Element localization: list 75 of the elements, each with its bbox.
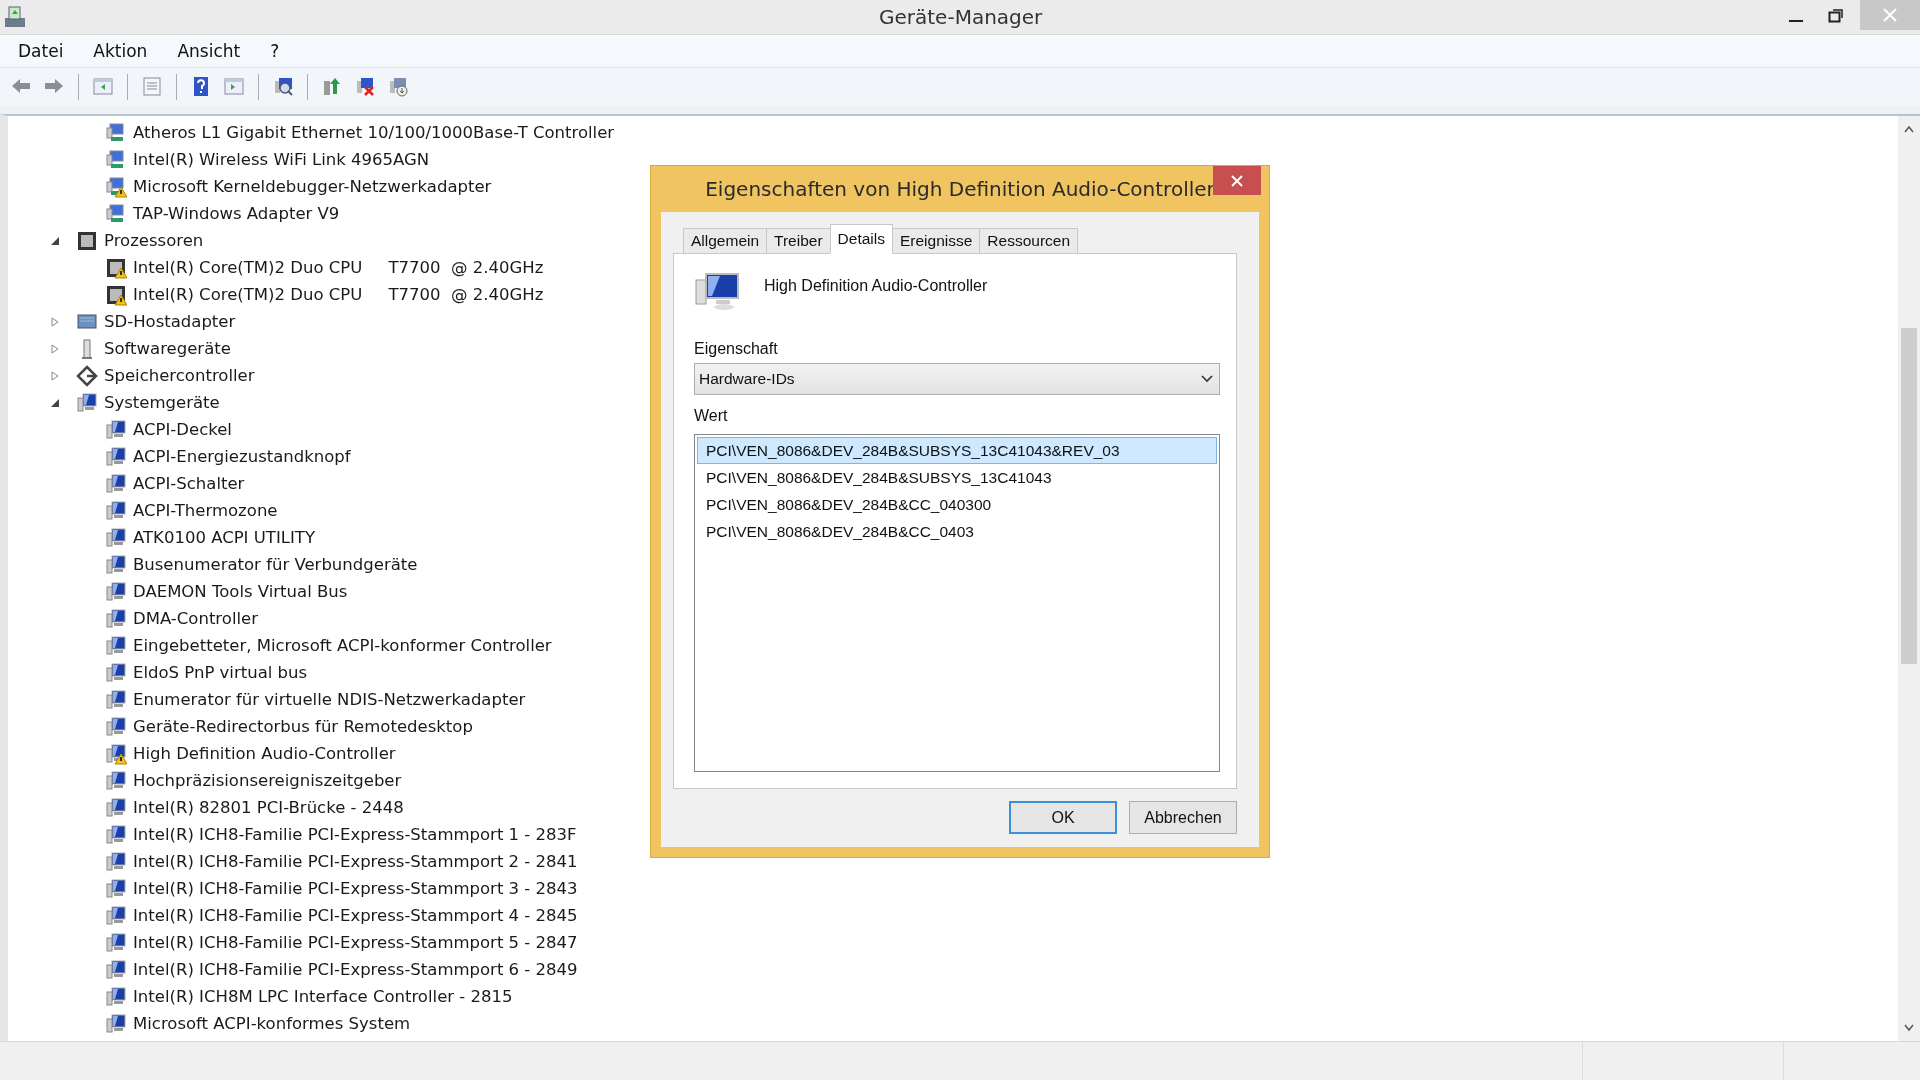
close-button[interactable] — [1213, 166, 1261, 195]
scroll-up-icon[interactable] — [1903, 124, 1915, 134]
scan-hardware-icon — [272, 76, 294, 98]
tree-item[interactable]: Hochpräzisionsereigniszeitgeber — [133, 771, 402, 790]
tree-item[interactable]: Busenumerator für Verbundgeräte — [133, 555, 418, 574]
list-item[interactable]: PCI\VEN_8086&DEV_284B&CC_0403 — [697, 518, 1217, 545]
restore-icon — [1828, 7, 1844, 23]
tree-item[interactable]: Microsoft Kerneldebugger-Netzwerkadapter — [133, 177, 492, 196]
tree-item[interactable]: TAP-Windows Adapter V9 — [133, 204, 340, 223]
close-icon — [1230, 173, 1244, 188]
tree-item[interactable]: Enumerator für virtuelle NDIS-Netzwerkadapter — [133, 690, 526, 709]
list-item[interactable]: PCI\VEN_8086&DEV_284B&SUBSYS_13C41043 — [697, 464, 1217, 491]
tree-item[interactable]: Intel(R) Core(TM)2 Duo CPU T7700 @ 2.40GHz — [133, 285, 544, 304]
tree-item[interactable]: ACPI-Deckel — [133, 420, 232, 439]
tree-item[interactable]: DAEMON Tools Virtual Bus — [133, 582, 348, 601]
tree-item[interactable]: Systemgeräte — [104, 393, 220, 412]
property-dropdown[interactable]: Hardware-IDs — [694, 363, 1220, 395]
tree-item[interactable]: Intel(R) ICH8-Familie PCI-Express-Stammport 1 - 283F — [133, 825, 577, 844]
list-item[interactable]: PCI\VEN_8086&DEV_284B&SUBSYS_13C41043&REV_03 — [697, 437, 1217, 464]
tree-item[interactable]: High Definition Audio-Controller — [133, 744, 396, 763]
tree-item[interactable]: Atheros L1 Gigabit Ethernet 10/100/1000Base-T Controller — [133, 123, 615, 142]
tree-item[interactable]: ACPI-Thermozone — [133, 501, 278, 520]
window-title: Geräte-Manager — [879, 5, 1043, 29]
app-icon — [2, 4, 28, 30]
tree-item[interactable]: Geräte-Redirectorbus für Remotedesktop — [133, 717, 473, 736]
tree-item[interactable]: Microsoft ACPI-konformes System — [133, 1014, 411, 1033]
minimize-icon — [1789, 20, 1803, 22]
menu-item[interactable]: Datei — [8, 41, 74, 61]
value-label: Wert — [694, 407, 729, 425]
disable-device-icon — [387, 76, 409, 98]
tree-item[interactable]: Intel(R) ICH8-Familie PCI-Express-Stammport 6 - 2849 — [133, 960, 578, 979]
tree-item[interactable]: ACPI-Energiezustandknopf — [133, 447, 351, 466]
cancel-button[interactable]: Abbrechen — [1129, 801, 1237, 834]
update-driver-icon — [321, 76, 343, 98]
list-item[interactable]: PCI\VEN_8086&DEV_284B&CC_040300 — [697, 491, 1217, 518]
close-icon — [1882, 7, 1898, 23]
vertical-scrollbar[interactable] — [1898, 116, 1920, 1041]
computer-icon — [694, 272, 742, 312]
scroll-down-icon[interactable] — [1903, 1023, 1915, 1033]
tab[interactable]: Ressourcen — [979, 228, 1079, 254]
tab[interactable]: Treiber — [766, 228, 831, 254]
tree-item[interactable]: Intel(R) ICH8-Familie PCI-Express-Stammport 2 - 2841 — [133, 852, 578, 871]
tab[interactable]: Details — [829, 224, 893, 254]
tab[interactable]: Ereignisse — [892, 228, 981, 254]
tree-item[interactable]: Intel(R) 82801 PCI-Brücke - 2448 — [133, 798, 404, 817]
collapse-arrow-icon[interactable] — [50, 397, 62, 408]
chevron-down-icon — [1201, 375, 1213, 383]
tree-item[interactable]: Eingebetteter, Microsoft ACPI-konformer Controller — [133, 636, 552, 655]
property-label: Eigenschaft — [694, 340, 779, 358]
device-name: High Definition Audio-Controller — [764, 277, 988, 295]
pane-icon — [223, 76, 245, 98]
properties-icon — [141, 76, 163, 98]
tree-item[interactable]: Intel(R) ICH8-Familie PCI-Express-Stammport 5 - 2847 — [133, 933, 578, 952]
pane-icon — [92, 76, 114, 98]
uninstall-icon — [354, 76, 376, 98]
tree-item[interactable]: Prozessoren — [104, 231, 204, 250]
collapse-arrow-icon[interactable] — [50, 235, 62, 246]
tree-item[interactable]: Softwaregeräte — [104, 339, 231, 358]
tree-item[interactable]: Intel(R) ICH8-Familie PCI-Express-Stammport 3 - 2843 — [133, 879, 578, 898]
menu-item[interactable]: ? — [260, 41, 290, 61]
tree-item[interactable]: ATK0100 ACPI UTILITY — [133, 528, 315, 547]
tree-item[interactable]: DMA-Controller — [133, 609, 258, 628]
menu-item[interactable]: Aktion — [83, 41, 158, 61]
ok-button[interactable]: OK — [1009, 801, 1117, 834]
tree-item[interactable]: Intel(R) Core(TM)2 Duo CPU T7700 @ 2.40GHz — [133, 258, 544, 277]
tab[interactable]: Allgemein — [683, 228, 768, 254]
dialog-title: Eigenschaften von High Definition Audio-Controller — [705, 177, 1215, 201]
tree-item[interactable]: ACPI-Schalter — [133, 474, 245, 493]
tree-item[interactable]: Intel(R) ICH8M LPC Interface Controller - 2815 — [133, 987, 513, 1006]
tree-item[interactable]: EldoS PnP virtual bus — [133, 663, 308, 682]
tree-item[interactable]: Speichercontroller — [104, 366, 255, 385]
tree-item[interactable]: Intel(R) ICH8-Familie PCI-Express-Stammport 4 - 2845 — [133, 906, 578, 925]
tree-item[interactable]: SD-Hostadapter — [104, 312, 236, 331]
menu-item[interactable]: Ansicht — [167, 41, 251, 61]
tree-item[interactable]: Intel(R) Wireless WiFi Link 4965AGN — [133, 150, 430, 169]
